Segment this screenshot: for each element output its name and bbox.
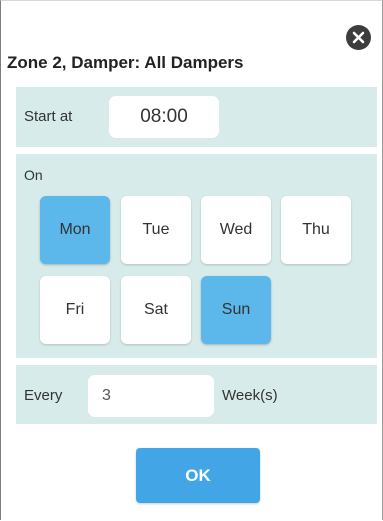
start-time-input[interactable]: 08:00 (109, 96, 219, 138)
day-button-sun[interactable]: Sun (201, 276, 271, 344)
ok-button[interactable]: OK (136, 448, 260, 503)
day-button-thu[interactable]: Thu (281, 196, 351, 264)
day-button-tue[interactable]: Tue (121, 196, 191, 264)
close-icon (352, 31, 365, 44)
on-label: On (24, 167, 43, 183)
every-label: Every (24, 387, 63, 404)
day-button-fri[interactable]: Fri (40, 276, 110, 344)
dialog-title: Zone 2, Damper: All Dampers (7, 53, 244, 72)
day-button-wed[interactable]: Wed (201, 196, 271, 264)
start-at-label: Start at (24, 108, 73, 125)
weeks-unit-label: Week(s) (222, 387, 278, 404)
dialog-frame: Zone 2, Damper: All Dampers Start at 08:… (0, 0, 383, 520)
day-button-mon[interactable]: Mon (40, 196, 110, 264)
repeat-interval-input[interactable]: 3 (88, 375, 214, 417)
close-button[interactable] (346, 25, 371, 50)
day-button-sat[interactable]: Sat (121, 276, 191, 344)
